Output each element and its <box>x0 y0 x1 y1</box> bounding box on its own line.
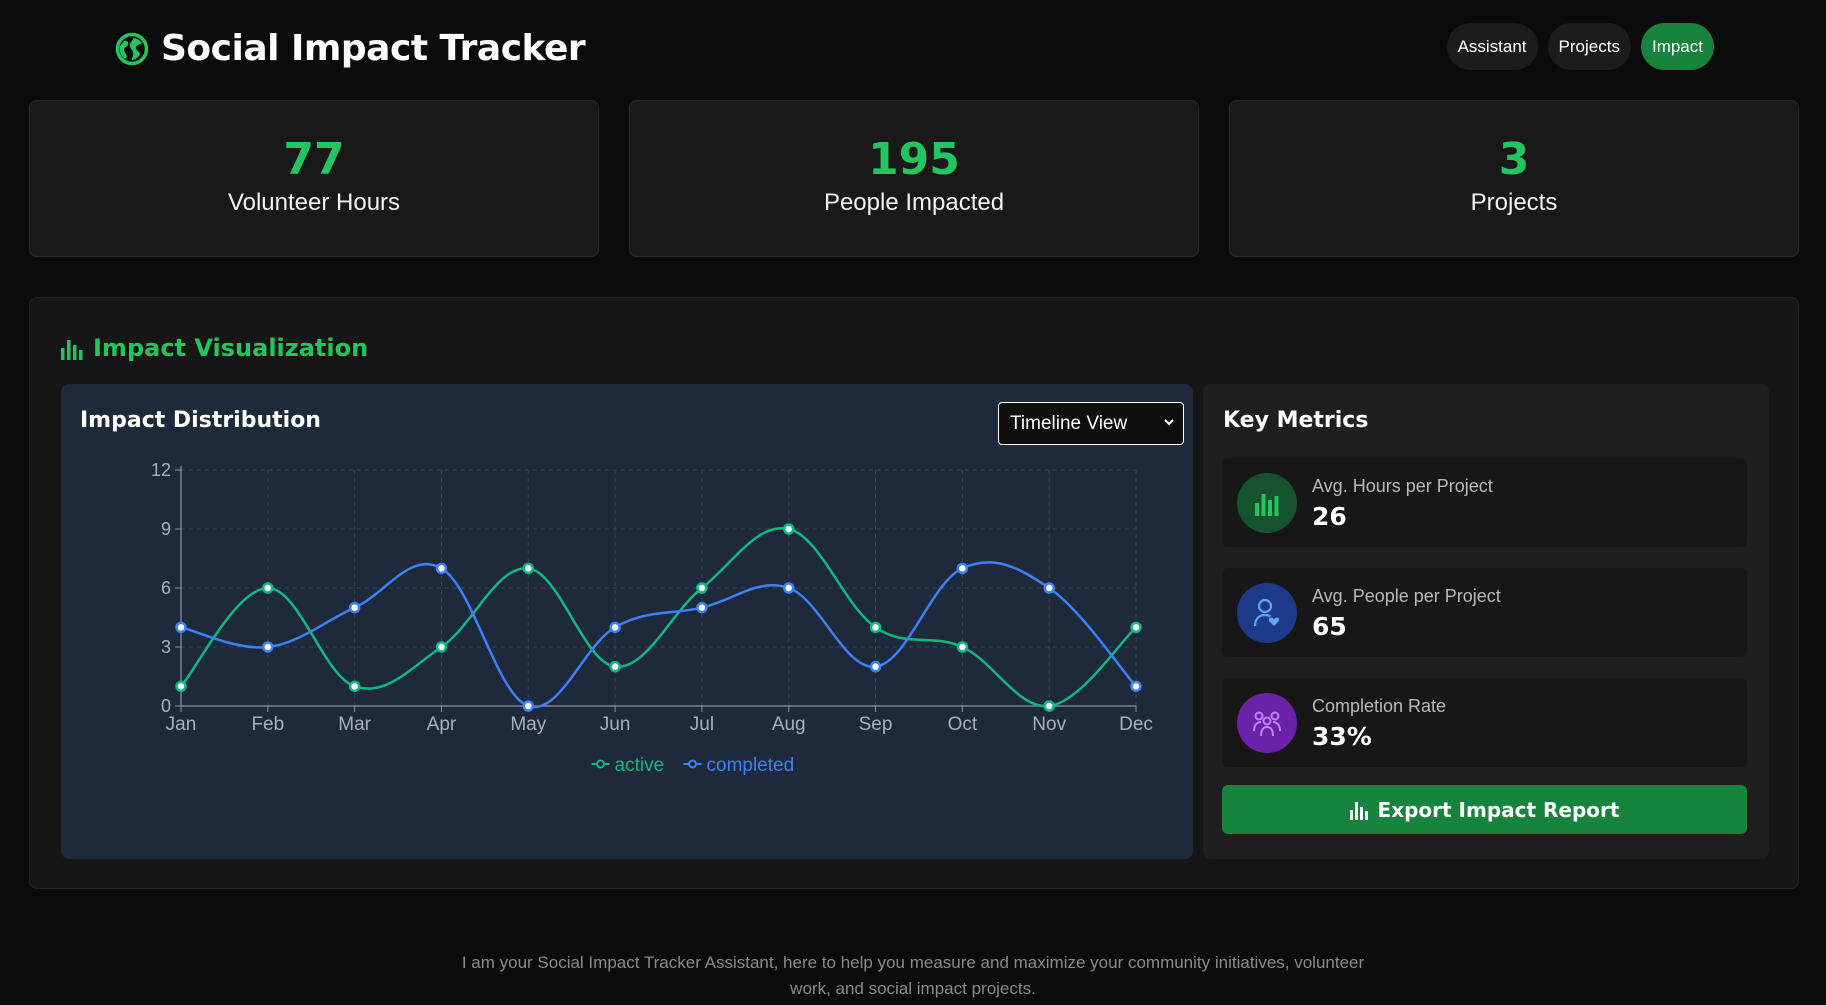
export-button-label: Export Impact Report <box>1377 797 1620 822</box>
impact-visualization-panel: Impact Visualization 0 3 6 9 12 Jan Feb Mar Apr M… <box>29 297 1799 889</box>
stat-value: 77 <box>283 134 345 185</box>
data-point-active <box>435 641 448 653</box>
data-point-completed <box>348 601 361 614</box>
stat-label: Volunteer Hours <box>227 189 401 216</box>
x-tick-label: Nov <box>1032 714 1066 735</box>
app-title: Social Impact Tracker <box>161 28 586 69</box>
data-point-active <box>1130 621 1142 634</box>
data-point-completed <box>696 601 708 614</box>
data-point-active <box>782 523 795 535</box>
stat-card-people-impacted: 195 People Impacted <box>629 100 1199 257</box>
x-tick-label: Dec <box>1119 714 1153 735</box>
metric-label: Completion Rate <box>1312 696 1447 716</box>
data-point-completed <box>435 562 448 575</box>
impact-distribution-card: 0 3 6 9 12 Jan Feb Mar Apr May Jun Jul Aug Sep Oct Nov D… <box>61 384 1193 859</box>
nav-impact-button[interactable]: Impact <box>1640 23 1714 70</box>
nav-projects-button[interactable]: Projects <box>1547 23 1631 70</box>
x-tick-label: Apr <box>427 714 457 735</box>
data-point-active <box>696 582 708 594</box>
x-tick-label: Jul <box>690 714 714 735</box>
stat-value: 3 <box>1498 134 1530 185</box>
legend-marker-active <box>596 759 605 769</box>
x-tick-label: Jun <box>600 714 631 735</box>
series-line-completed <box>180 561 1137 709</box>
intro-line-1: I am your Social Impact Tracker Assistan… <box>461 953 1365 972</box>
x-tick-label: Sep <box>859 714 893 735</box>
user-heart-icon <box>1253 598 1280 627</box>
y-tick-label: 6 <box>161 578 171 598</box>
data-point-active <box>956 641 969 653</box>
legend-label-completed: completed <box>707 755 795 776</box>
x-tick-label: Jan <box>166 714 197 735</box>
x-tick-label: Mar <box>338 714 371 735</box>
data-point-active <box>869 621 882 634</box>
stat-label: Projects <box>1470 189 1558 216</box>
metric-icon-bg <box>1237 693 1297 753</box>
data-point-completed <box>956 562 969 575</box>
data-point-active <box>175 680 187 693</box>
data-point-active <box>609 660 621 673</box>
data-point-completed <box>1043 582 1055 594</box>
metric-value: 26 <box>1312 502 1347 531</box>
metric-label: Avg. People per Project <box>1312 586 1501 606</box>
section-title: Impact Visualization <box>61 334 368 362</box>
metric-avg-people: Avg. People per Project 65 <box>1222 568 1747 657</box>
metric-value: 33% <box>1312 722 1372 751</box>
legend-marker-completed <box>688 759 697 769</box>
bar-chart-icon <box>1349 801 1368 820</box>
view-select[interactable]: Timeline View <box>998 402 1184 445</box>
stat-label: People Impacted <box>823 189 1005 216</box>
metric-value: 65 <box>1312 612 1347 641</box>
metrics-title: Key Metrics <box>1223 408 1369 433</box>
bar-chart-icon <box>61 340 83 360</box>
impact-line-chart: 0 3 6 9 12 Jan Feb Mar Apr May Jun Jul Aug Sep Oct Nov D… <box>151 460 1153 776</box>
data-point-completed <box>609 621 621 634</box>
stat-card-projects: 3 Projects <box>1229 100 1799 257</box>
data-point-active <box>1043 700 1055 712</box>
data-point-completed <box>262 641 274 653</box>
metric-label: Avg. Hours per Project <box>1312 476 1493 496</box>
stat-card-volunteer-hours: 77 Volunteer Hours <box>29 100 599 257</box>
x-tick-label: Feb <box>251 714 284 735</box>
metric-icon-bg <box>1237 583 1297 643</box>
data-point-active <box>522 562 535 575</box>
data-point-completed <box>1130 680 1142 693</box>
nav-assistant-button[interactable]: Assistant <box>1446 23 1538 70</box>
legend-label-active: active <box>615 755 665 776</box>
data-point-completed <box>782 582 795 594</box>
key-metrics-card: Key Metrics Avg. Hours per Project 26 Av… <box>1203 384 1769 859</box>
metric-icon-bg <box>1237 473 1297 533</box>
bar-chart-icon <box>1255 494 1279 516</box>
data-point-completed <box>175 621 187 634</box>
intro-line-2: work, and social impact projects. <box>790 979 1036 998</box>
people-group-icon <box>1253 711 1281 737</box>
x-tick-label: May <box>510 714 546 735</box>
stat-value: 195 <box>868 134 960 185</box>
data-point-active <box>262 582 274 594</box>
view-select-value: Timeline View <box>1010 412 1128 434</box>
chart-card-title: Impact Distribution <box>80 408 321 433</box>
chevron-down-icon <box>1164 419 1174 426</box>
series-line-active <box>180 526 1137 708</box>
metric-avg-hours: Avg. Hours per Project 26 <box>1222 458 1747 547</box>
export-impact-report-button[interactable]: Export Impact Report <box>1222 785 1747 834</box>
x-tick-label: Oct <box>948 714 978 735</box>
globe-icon <box>115 32 149 65</box>
y-tick-label: 3 <box>161 637 171 657</box>
brand: Social Impact Tracker <box>115 28 586 69</box>
y-tick-label: 12 <box>151 460 171 480</box>
data-point-active <box>348 680 361 693</box>
section-title-text: Impact Visualization <box>93 334 369 362</box>
main-nav: Assistant Projects Impact <box>1446 23 1714 70</box>
y-tick-label: 9 <box>161 519 171 539</box>
app-header: Social Impact Tracker Assistant Projects… <box>0 0 1826 96</box>
y-tick-label: 0 <box>161 696 171 716</box>
metric-completion-rate: Completion Rate 33% <box>1222 678 1747 767</box>
data-point-completed <box>869 660 882 673</box>
assistant-intro-text: I am your Social Impact Tracker Assistan… <box>450 950 1376 1002</box>
x-tick-label: Aug <box>772 714 806 735</box>
data-point-completed <box>522 700 535 712</box>
